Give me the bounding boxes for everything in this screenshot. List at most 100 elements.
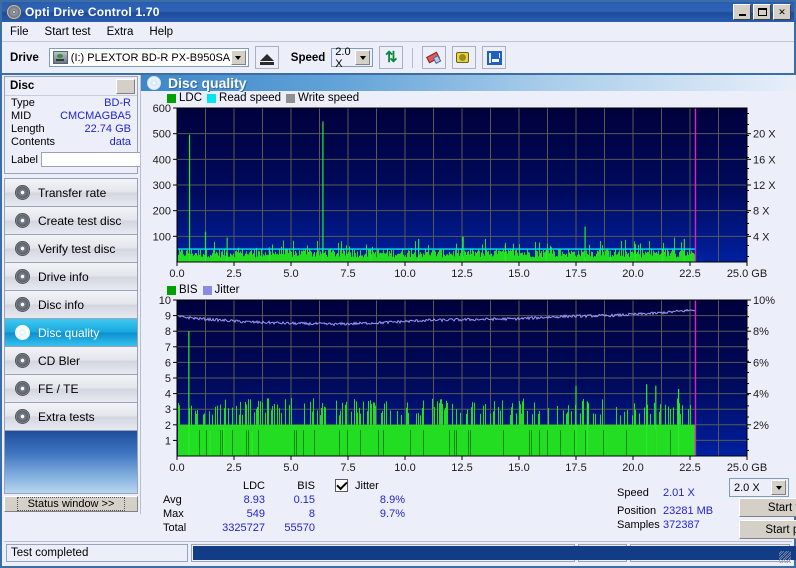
svg-text:7.5: 7.5 bbox=[340, 462, 355, 474]
sidebar-item-label: Extra tests bbox=[38, 409, 95, 424]
sidebar-item-disc-info[interactable]: Disc info bbox=[5, 291, 137, 319]
start-part-label: Start part bbox=[765, 523, 796, 536]
menu-item-start-test[interactable]: Start test bbox=[45, 26, 91, 38]
stats-row-label-total: Total bbox=[163, 522, 187, 534]
disc-row-type: Type BD-R bbox=[5, 96, 137, 109]
jitter-checkbox[interactable] bbox=[335, 478, 348, 492]
svg-text:12.5: 12.5 bbox=[451, 268, 472, 280]
sidebar-item-label: Create test disc bbox=[38, 213, 122, 228]
resize-grip[interactable] bbox=[779, 551, 791, 563]
svg-text:5: 5 bbox=[165, 373, 171, 385]
refresh-button[interactable]: ⇅ bbox=[379, 46, 404, 69]
svg-text:8%: 8% bbox=[753, 326, 769, 338]
menu-item-extra[interactable]: Extra bbox=[107, 26, 134, 38]
menu-item-file[interactable]: File bbox=[10, 26, 29, 38]
maximize-button[interactable] bbox=[753, 4, 771, 20]
status-window-button[interactable]: Status window >> bbox=[4, 496, 138, 512]
title-bar: Opti Drive Control 1.70 ✕ bbox=[2, 2, 794, 22]
eject-button[interactable] bbox=[254, 46, 279, 69]
eject-icon bbox=[259, 54, 274, 65]
disc-row-contents: Contents data bbox=[5, 135, 137, 148]
stats-samples-value: 372387 bbox=[663, 519, 700, 531]
stats-row-label-avg: Avg bbox=[163, 494, 182, 506]
disc-mid-value: CMCMAGBA5 bbox=[60, 110, 131, 122]
legend-item-ldc: LDC bbox=[167, 92, 202, 104]
stats-row-label-max: Max bbox=[163, 508, 184, 520]
stats-col-header-ldc: LDC bbox=[242, 480, 265, 492]
minimize-button[interactable] bbox=[733, 4, 751, 20]
save-button[interactable] bbox=[482, 46, 507, 69]
page-title: Disc quality bbox=[168, 75, 247, 91]
svg-text:3: 3 bbox=[165, 404, 171, 416]
speed-select[interactable]: 2.0 X bbox=[331, 46, 374, 70]
stats-speed-label: Speed bbox=[617, 487, 649, 499]
chevron-down-icon[interactable] bbox=[771, 480, 786, 495]
start-full-button[interactable]: Start full bbox=[739, 498, 796, 517]
legend-item-write-speed: Write speed bbox=[286, 92, 359, 104]
sidebar-item-drive-info[interactable]: Drive info bbox=[5, 263, 137, 291]
svg-text:100: 100 bbox=[153, 231, 171, 243]
sidebar-item-extra-tests[interactable]: Extra tests bbox=[5, 403, 137, 431]
menu-item-help[interactable]: Help bbox=[149, 26, 173, 38]
svg-text:8: 8 bbox=[165, 326, 171, 338]
status-bar: Test completed 100.0% 45:57 bbox=[4, 541, 796, 564]
refresh-icon: ⇅ bbox=[385, 49, 398, 66]
close-button[interactable]: ✕ bbox=[773, 4, 791, 20]
legend-top: LDC Read speed Write speed bbox=[141, 91, 796, 104]
status-window-button-label: Status window >> bbox=[16, 497, 126, 511]
disc-panel-button[interactable] bbox=[116, 78, 135, 94]
legend-swatch-write-speed bbox=[286, 93, 296, 103]
stats-jitter-avg: 8.9% bbox=[379, 494, 405, 506]
sidebar-item-label: FE / TE bbox=[38, 381, 79, 396]
disc-quality-icon bbox=[147, 76, 161, 90]
sidebar-filler bbox=[4, 431, 138, 494]
sidebar-item-fe-te[interactable]: FE / TE bbox=[5, 375, 137, 403]
legend-swatch-ldc bbox=[167, 93, 176, 103]
test-speed-value: 2.0 X bbox=[734, 481, 760, 494]
svg-text:12.5: 12.5 bbox=[451, 462, 472, 474]
test-speed-select[interactable]: 2.0 X bbox=[729, 478, 789, 497]
legend-swatch-bis bbox=[167, 285, 176, 295]
disc-label-caption: Label bbox=[11, 153, 38, 166]
burn-button[interactable] bbox=[452, 46, 477, 69]
sidebar-item-cd-bler[interactable]: CD Bler bbox=[5, 347, 137, 375]
svg-text:17.5: 17.5 bbox=[565, 268, 586, 280]
sidebar-item-verify-test-disc[interactable]: Verify test disc bbox=[5, 235, 137, 263]
disc-panel-header: Disc bbox=[5, 77, 137, 96]
sidebar-item-disc-quality[interactable]: Disc quality bbox=[5, 319, 137, 347]
svg-text:4 X: 4 X bbox=[753, 231, 770, 243]
svg-text:5.0: 5.0 bbox=[283, 462, 298, 474]
disc-icon bbox=[15, 409, 30, 424]
legend-label-jitter: Jitter bbox=[214, 284, 240, 296]
jitter-checkbox-label: Jitter bbox=[355, 480, 379, 492]
chevron-down-icon[interactable] bbox=[355, 50, 371, 65]
erase-button[interactable] bbox=[422, 46, 447, 69]
disc-row-length: Length 22.74 GB bbox=[5, 122, 137, 135]
stats-jitter-max: 9.7% bbox=[379, 508, 405, 520]
drive-select[interactable]: (I:) PLEXTOR BD-R PX-B950SA 1.04 bbox=[48, 48, 249, 67]
svg-text:16 X: 16 X bbox=[753, 154, 776, 166]
svg-text:300: 300 bbox=[153, 180, 171, 192]
stats-ldc-max: 549 bbox=[246, 508, 265, 520]
svg-text:10: 10 bbox=[159, 296, 171, 307]
svg-text:500: 500 bbox=[153, 129, 171, 141]
sidebar-item-create-test-disc[interactable]: Create test disc bbox=[5, 207, 137, 235]
disc-length-label: Length bbox=[11, 123, 45, 135]
svg-text:4%: 4% bbox=[753, 389, 769, 401]
svg-text:9: 9 bbox=[165, 311, 171, 323]
stats-ldc-total: 3325727 bbox=[222, 522, 265, 534]
svg-text:15.0: 15.0 bbox=[508, 268, 529, 280]
disc-info-panel: Disc Type BD-R MID CMCMAGBA5 Length 22.7… bbox=[4, 76, 246, 174]
svg-text:25.0 GB: 25.0 GB bbox=[727, 268, 767, 280]
speed-label: Speed bbox=[290, 51, 326, 64]
sidebar-item-transfer-rate[interactable]: Transfer rate bbox=[5, 179, 137, 207]
svg-text:6%: 6% bbox=[753, 357, 769, 369]
svg-text:22.5: 22.5 bbox=[679, 268, 700, 280]
stats-ldc-avg: 8.93 bbox=[243, 494, 265, 506]
start-part-button[interactable]: Start part bbox=[739, 520, 796, 539]
window-controls: ✕ bbox=[733, 4, 791, 20]
disc-quality-header: Disc quality bbox=[141, 75, 796, 91]
chevron-down-icon[interactable] bbox=[230, 50, 246, 65]
ldc-chart-svg: 100 200 300 400 500 600 4 X 8 X 12 X 16 X 20 X 0.0 2… bbox=[153, 104, 777, 280]
legend-item-bis: BIS bbox=[167, 284, 198, 296]
